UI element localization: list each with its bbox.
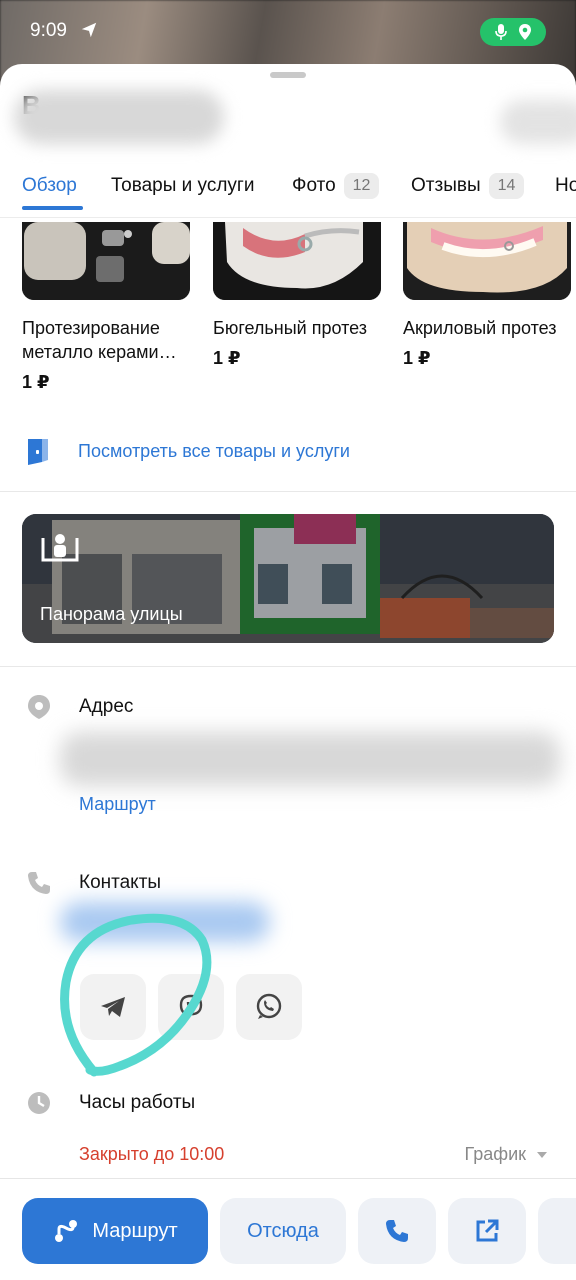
see-all-goods-link[interactable]: Посмотреть все товары и услуги bbox=[22, 436, 350, 466]
from-here-button[interactable]: Отсюда bbox=[220, 1198, 346, 1264]
product-card[interactable]: Бюгельный протез 1 ₽ bbox=[213, 222, 381, 369]
microphone-icon bbox=[495, 24, 507, 40]
viber-icon bbox=[179, 994, 203, 1020]
phone-icon bbox=[386, 1220, 408, 1242]
hours-status: Закрыто до 10:00 bbox=[79, 1144, 225, 1164]
navigation-arrow-icon bbox=[81, 22, 97, 38]
product-card[interactable]: Акриловый протез 1 ₽ bbox=[403, 222, 571, 369]
open-website-button[interactable] bbox=[448, 1198, 526, 1264]
tab-photos[interactable]: Фото 12 bbox=[292, 170, 380, 202]
status-time: 9:09 bbox=[30, 20, 67, 41]
redacted-phone-number bbox=[60, 902, 270, 942]
product-price: 1 ₽ bbox=[22, 372, 50, 392]
from-here-label: Отсюда bbox=[247, 1219, 319, 1242]
contacts-title: Контакты bbox=[79, 872, 162, 893]
tab-goods-services[interactable]: Товары и услуги bbox=[111, 170, 254, 202]
privacy-indicator bbox=[480, 18, 546, 46]
product-price: 1 ₽ bbox=[403, 348, 431, 368]
see-all-goods-label: Посмотреть все товары и услуги bbox=[78, 440, 350, 461]
redacted-place-title bbox=[14, 90, 224, 144]
tab-overview[interactable]: Обзор bbox=[22, 170, 77, 202]
product-name: Протезирование металло керами… bbox=[22, 318, 177, 362]
tab-bar: Обзор Товары и услуги Фото 12 Отзывы 14 … bbox=[0, 164, 576, 218]
product-name: Бюгельный протез bbox=[213, 318, 367, 338]
reviews-count-badge: 14 bbox=[488, 173, 525, 199]
address-route-link[interactable]: Маршрут bbox=[79, 794, 156, 815]
clock-icon bbox=[28, 1092, 50, 1114]
divider bbox=[0, 666, 576, 667]
sheet-drag-handle[interactable] bbox=[270, 72, 306, 78]
product-image bbox=[403, 222, 571, 300]
schedule-label: График bbox=[464, 1144, 527, 1164]
route-button[interactable]: Маршрут bbox=[22, 1198, 208, 1264]
route-icon bbox=[55, 1220, 78, 1242]
address-title: Адрес bbox=[79, 696, 134, 717]
panorama-label: Панорама улицы bbox=[40, 604, 183, 624]
location-pin-icon bbox=[28, 695, 50, 719]
phone-icon bbox=[28, 872, 50, 894]
call-button[interactable] bbox=[358, 1198, 436, 1264]
book-icon bbox=[28, 439, 48, 465]
redacted-header-action bbox=[500, 100, 576, 144]
divider bbox=[0, 491, 576, 492]
status-bar: 9:09 bbox=[0, 0, 576, 60]
redacted-address bbox=[60, 732, 560, 786]
tab-label: Фото bbox=[292, 175, 336, 196]
bottom-action-bar: Маршрут Отсюда bbox=[0, 1178, 576, 1280]
active-tab-indicator bbox=[22, 206, 83, 210]
panorama-person-icon bbox=[41, 534, 79, 562]
photos-count-badge: 12 bbox=[343, 173, 380, 199]
place-card-sheet: В Обзор Товары и услуги Фото 12 Отзывы 1… bbox=[0, 64, 576, 1280]
product-image bbox=[22, 222, 190, 300]
tab-label: Товары и услуги bbox=[111, 175, 255, 196]
hours-title: Часы работы bbox=[79, 1092, 196, 1113]
telegram-icon bbox=[101, 997, 125, 1017]
route-button-label: Маршрут bbox=[92, 1219, 178, 1242]
tab-reviews[interactable]: Отзывы 14 bbox=[411, 170, 525, 202]
chevron-down-icon bbox=[537, 1151, 547, 1158]
whatsapp-button[interactable] bbox=[236, 974, 302, 1040]
product-name: Акриловый протез bbox=[403, 318, 557, 338]
location-pin-icon bbox=[519, 24, 531, 40]
product-card[interactable]: Протезирование металло керами… 1 ₽ bbox=[22, 222, 190, 393]
more-actions-button[interactable] bbox=[538, 1198, 576, 1264]
street-panorama-card[interactable]: Панорама улицы bbox=[22, 514, 554, 643]
tab-label: Обзор bbox=[22, 175, 77, 196]
schedule-dropdown[interactable]: График bbox=[465, 1144, 549, 1165]
viber-button[interactable] bbox=[158, 974, 224, 1040]
product-image bbox=[213, 222, 381, 300]
telegram-button[interactable] bbox=[80, 974, 146, 1040]
product-price: 1 ₽ bbox=[213, 348, 241, 368]
tab-label: Но bbox=[555, 175, 576, 196]
tab-more[interactable]: Но bbox=[555, 170, 576, 202]
tab-label: Отзывы bbox=[411, 175, 481, 196]
external-link-icon bbox=[476, 1219, 499, 1242]
whatsapp-icon bbox=[256, 993, 282, 1019]
